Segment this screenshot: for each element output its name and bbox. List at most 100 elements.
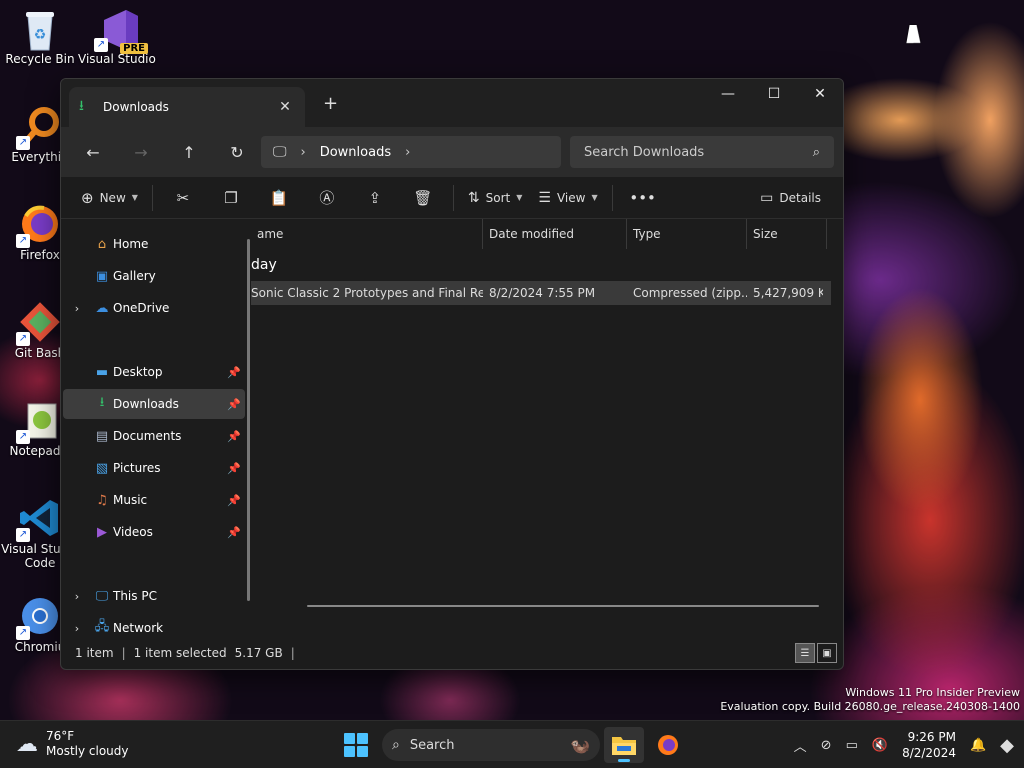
show-hidden-icons-button[interactable]: ︿ [794,736,807,755]
file-type: Compressed (zipp... [633,286,747,300]
chevron-right-icon[interactable]: › [63,590,91,603]
view-button[interactable]: ☰ View ▼ [530,183,605,213]
column-header-type[interactable]: Type [627,219,747,249]
pin-icon[interactable]: 📌 [227,526,245,539]
chevron-down-icon: ▼ [131,193,138,202]
pin-icon[interactable]: 📌 [227,366,245,379]
pin-icon[interactable]: 📌 [227,462,245,475]
downloads-folder-icon: ⭳ [99,395,105,410]
chevron-right-icon[interactable]: › [301,145,306,160]
paste-button[interactable]: 📋 [255,183,303,213]
minimize-button[interactable]: — [705,79,751,109]
view-list-icon: ☰ [538,189,551,206]
display-icon[interactable]: ▭ [846,738,858,753]
tab-title: Downloads [103,100,169,114]
desktop-folder-icon: ▬ [95,364,109,380]
network-icon: 🖧 [94,619,110,634]
column-header-size[interactable]: Size [747,219,827,249]
pin-icon[interactable]: 📌 [227,398,245,411]
trash-icon: 🗑 [413,188,433,207]
pin-icon[interactable]: 📌 [227,494,245,507]
clock-time: 9:26 PM [907,730,956,744]
pin-icon[interactable]: 📌 [227,430,245,443]
firefox-icon [658,735,678,755]
chevron-right-icon[interactable]: › [405,145,410,160]
new-tab-button[interactable]: + [323,93,338,114]
cut-button[interactable]: ✂ [159,183,207,213]
search-input[interactable] [584,144,784,160]
details-view-button[interactable]: ☰ [795,643,815,663]
weather-temperature: 76°F [46,729,75,743]
refresh-button[interactable]: ↻ [213,136,261,168]
column-header-name[interactable]: ame [251,219,483,249]
search-icon: ⌕ [812,144,820,160]
horizontal-scrollbar[interactable] [307,605,819,607]
music-folder-icon: ♫ [96,492,108,508]
taskbar-firefox[interactable] [648,727,688,763]
details-pane-icon: ▭ [760,190,774,206]
group-header-today[interactable]: day [251,249,843,281]
sidebar-item-gallery[interactable]: ▣ Gallery [63,261,245,291]
chevron-right-icon[interactable]: › [63,622,91,635]
network-disconnected-icon[interactable]: ⊘ [821,738,832,753]
title-bar: ⭳ Downloads ✕ + — ☐ ✕ [61,79,843,127]
sort-button[interactable]: ⇅ Sort ▼ [460,183,531,213]
weather-widget[interactable]: ☁ 76°F Mostly cloudy [16,729,129,759]
forward-button[interactable]: → [117,136,165,168]
sidebar-item-downloads[interactable]: ⭳ Downloads 📌 [63,389,245,419]
close-window-button[interactable]: ✕ [797,79,843,109]
column-header-date-modified[interactable]: Date modified [483,219,627,249]
new-button[interactable]: ⊕ New ▼ [73,183,146,213]
sidebar-item-videos[interactable]: ▶ Videos 📌 [63,517,245,547]
sidebar-item-music[interactable]: ♫ Music 📌 [63,485,245,515]
onedrive-icon: ☁ [95,300,109,316]
sidebar-item-desktop[interactable]: ▬ Desktop 📌 [63,357,245,387]
sidebar-scrollbar[interactable] [247,239,250,601]
back-button[interactable]: ← [69,136,117,168]
tiles-view-button[interactable]: ▣ [817,643,837,663]
clock[interactable]: 9:26 PM 8/2/2024 [902,729,956,761]
chevron-right-icon[interactable]: › [63,302,91,315]
taskbar-file-explorer[interactable] [604,727,644,763]
documents-folder-icon: ▤ [95,428,109,444]
sidebar-item-this-pc[interactable]: › 🖵 This PC [63,581,245,611]
address-bar[interactable]: 🖵 › Downloads › [261,136,561,168]
search-icon: ⌕ [392,737,400,753]
sidebar-item-home[interactable]: ⌂ Home [63,229,245,259]
sidebar-item-onedrive[interactable]: › ☁ OneDrive [63,293,245,323]
up-button[interactable]: ↑ [165,136,213,168]
more-options-button[interactable]: ••• [619,183,667,213]
start-button[interactable] [344,733,368,757]
search-box[interactable]: ⌕ [570,136,834,168]
navigation-bar: ← → ↑ ↻ 🖵 › Downloads › ⌕ [61,127,843,177]
details-button[interactable]: ▭ Details [760,183,821,213]
breadcrumb-downloads[interactable]: Downloads [320,145,391,160]
mouse-cursor [906,25,924,43]
sort-ascending-icon: ^ [351,219,359,224]
close-tab-icon[interactable]: ✕ [275,99,295,115]
sidebar-item-documents[interactable]: ▤ Documents 📌 [63,421,245,451]
delete-button[interactable]: 🗑 [399,183,447,213]
notification-bell-icon[interactable]: 🔔 [970,738,986,753]
rename-button[interactable]: Ⓐ [303,183,351,213]
sidebar-item-pictures[interactable]: ▧ Pictures 📌 [63,453,245,483]
desktop-icon-visual-studio[interactable]: PRE ↗ Visual Studio 2022 Previ [78,6,158,66]
copilot-icon[interactable]: ◆ [1000,735,1014,756]
share-button[interactable]: ⇪ [351,183,399,213]
taskbar: ☁ 76°F Mostly cloudy ⌕ Search 🦦 ︿ ⊘ ▭ 🔇 … [0,720,1024,768]
file-list-pane: ^ ame Date modified Type Size day Sonic … [251,219,843,639]
file-name: Sonic Classic 2 Prototypes and Final Rel… [251,286,483,300]
file-explorer-window: ⭳ Downloads ✕ + — ☐ ✕ ← → ↑ ↻ 🖵 › Downlo… [60,78,844,670]
table-row[interactable]: Sonic Classic 2 Prototypes and Final Rel… [251,281,831,305]
tab-downloads[interactable]: ⭳ Downloads ✕ [69,87,305,127]
preview-badge: PRE [120,43,148,54]
copy-button[interactable]: ❐ [207,183,255,213]
recycle-bin-icon: ♻ [18,6,62,51]
file-size: 5,427,909 KB [753,286,823,300]
volume-muted-icon[interactable]: 🔇 [872,738,888,753]
selection-size: 5.17 GB [234,646,283,660]
maximize-button[interactable]: ☐ [751,79,797,109]
taskbar-search[interactable]: ⌕ Search 🦦 [382,729,600,761]
firefox-icon: ↗ [16,202,62,248]
desktop-icon-recycle-bin[interactable]: ♻ Recycle Bin [0,6,80,66]
